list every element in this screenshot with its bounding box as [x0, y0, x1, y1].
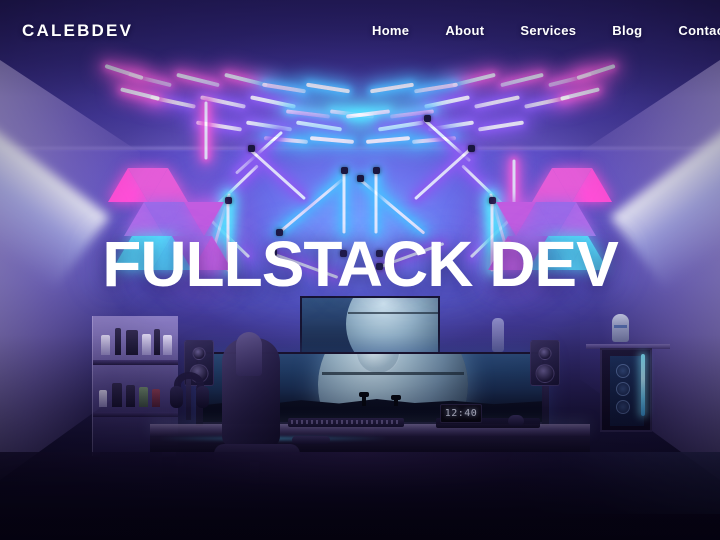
death-star-trench	[348, 312, 438, 314]
hexagon-light-joint	[468, 145, 475, 152]
clock-time-label: 12:40	[444, 408, 478, 419]
figurine	[101, 335, 110, 355]
speaker-woofer	[535, 364, 555, 383]
desk-bottle	[492, 318, 504, 352]
pc-fan	[616, 400, 630, 414]
hexagon-light-joint	[357, 175, 364, 182]
figurine	[126, 330, 138, 355]
hexagon-light-joint	[373, 167, 380, 174]
figurine	[139, 387, 148, 407]
gaming-chair-headrest	[236, 332, 262, 376]
led-triangle-panel	[148, 168, 188, 202]
headphone-earcup	[196, 386, 209, 408]
pc-fan	[616, 364, 630, 378]
keyboard	[288, 418, 404, 427]
hero-section: FULLSTACK DEV	[0, 232, 720, 296]
figurine	[115, 328, 121, 355]
speaker-stand-right	[542, 386, 549, 426]
nav-link-contact[interactable]: Contact	[678, 23, 720, 38]
studio-speaker-right	[530, 340, 560, 386]
pc-glass-panel	[610, 356, 644, 426]
hexagon-light-joint	[341, 167, 348, 174]
at-at-walker-silhouette	[391, 395, 401, 406]
hexagon-light-joint	[424, 115, 431, 122]
nav-link-about[interactable]: About	[445, 23, 484, 38]
hexagon-light-segment	[343, 172, 346, 234]
digital-clock: 12:40	[440, 404, 482, 423]
at-at-walker-silhouette	[359, 392, 369, 406]
shelf-board	[93, 412, 178, 417]
led-triangle-panel	[532, 168, 572, 202]
figurine	[163, 335, 172, 355]
figurine	[154, 329, 160, 355]
hexagon-light-joint	[248, 145, 255, 152]
hexagon-light-segment	[375, 172, 378, 234]
hexagon-light-joint	[489, 197, 496, 204]
hexagon-light-joint	[225, 197, 232, 204]
figurine	[99, 390, 107, 407]
pc-tower-case	[600, 348, 652, 432]
gaming-chair-armrest	[292, 436, 330, 444]
mouse	[508, 415, 524, 426]
figurine	[152, 389, 160, 407]
death-star-graphic	[346, 298, 438, 352]
nav-link-services[interactable]: Services	[520, 23, 576, 38]
hexagon-light-segment	[205, 102, 208, 160]
speaker-tweeter	[192, 347, 206, 360]
speaker-tweeter	[538, 347, 552, 360]
figurine	[112, 383, 122, 407]
site-logo[interactable]: CALEBDEV	[22, 21, 133, 41]
pc-fan	[616, 382, 630, 396]
page-title: FULLSTACK DEV	[102, 228, 619, 300]
secondary-display	[300, 296, 440, 354]
pc-rgb-strip	[641, 354, 645, 416]
top-navigation-bar: CALEBDEV Home About Services Blog Contact	[0, 0, 720, 60]
figurine	[142, 334, 151, 355]
r2d2-figurine	[612, 314, 629, 342]
keyboard-keys	[291, 420, 401, 424]
nav-link-home[interactable]: Home	[372, 23, 409, 38]
death-star-trench	[322, 372, 464, 375]
floor-light-reflection	[480, 452, 720, 514]
hero-screen: 12:40 CALEBDEV Home About Services Blog Cont…	[0, 0, 720, 540]
headphone-earcup	[170, 386, 183, 408]
nav-link-blog[interactable]: Blog	[612, 23, 642, 38]
figurine	[126, 385, 135, 407]
nav-links-group: Home About Services Blog Contact	[372, 23, 720, 38]
